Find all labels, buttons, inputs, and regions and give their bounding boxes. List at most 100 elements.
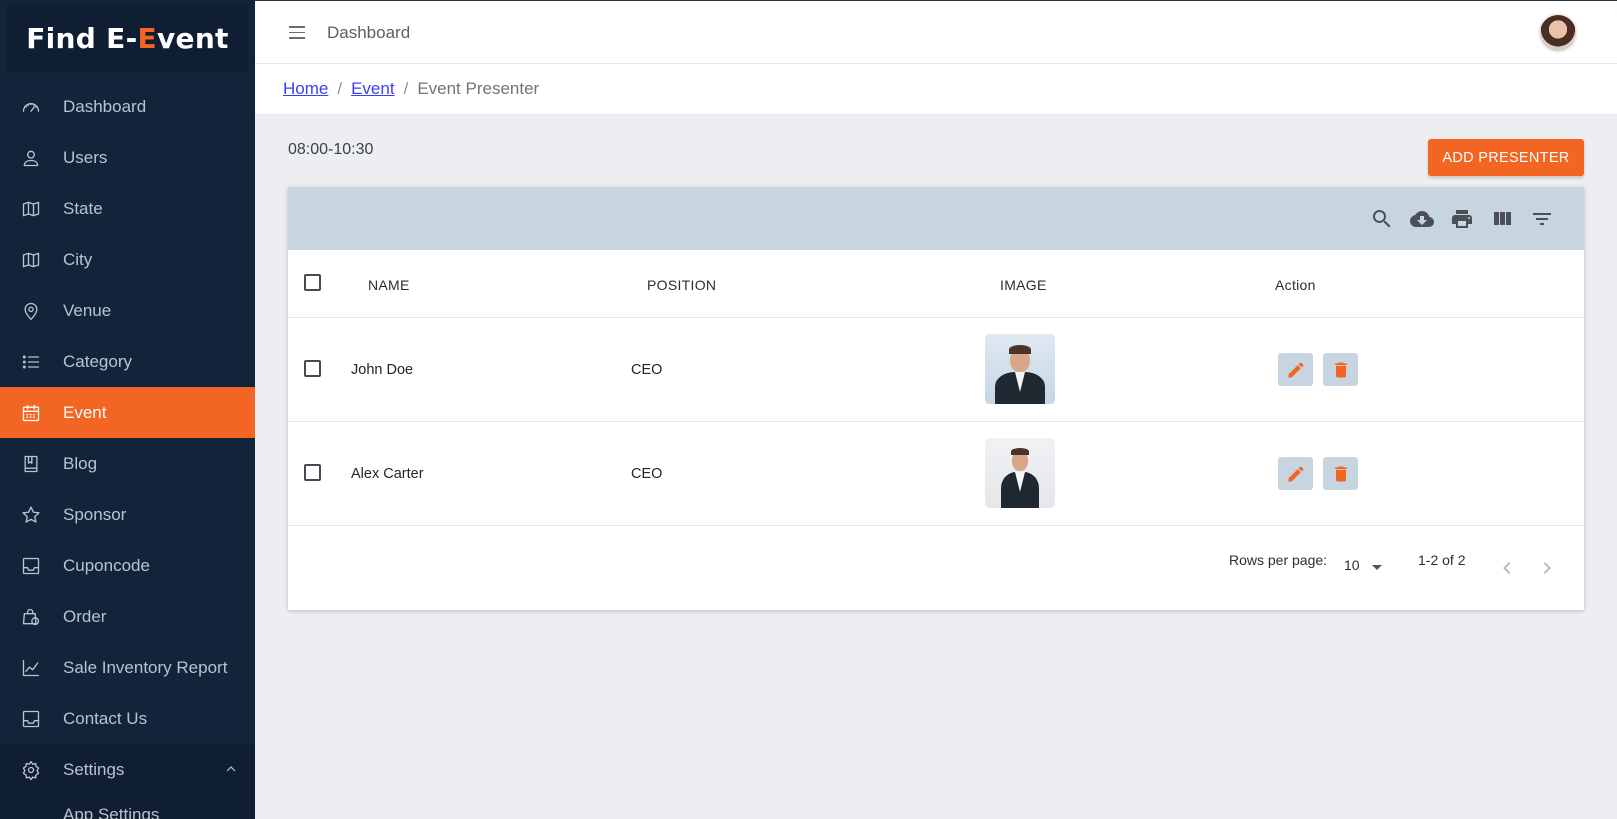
pagination-range: 1-2 of 2 — [1418, 552, 1466, 568]
add-presenter-button[interactable]: ADD PRESENTER — [1428, 139, 1584, 176]
sidebar-item-label: Contact Us — [63, 708, 148, 728]
top-bar: Dashboard — [255, 0, 1617, 64]
delete-button[interactable] — [1323, 457, 1358, 490]
table-toolbar — [288, 187, 1584, 250]
sidebar-item-label: Order — [63, 606, 107, 626]
logo-text-accent: E — [137, 21, 157, 55]
search-icon[interactable] — [1370, 207, 1394, 231]
logo-text-part1: Find E- — [26, 21, 138, 55]
gear-icon — [21, 760, 41, 780]
pencil-icon — [1288, 361, 1304, 377]
sidebar-item-label: Event — [63, 402, 107, 422]
divider — [288, 421, 1584, 422]
cloud-download-icon[interactable] — [1410, 207, 1434, 231]
avatar[interactable] — [1538, 13, 1578, 53]
pencil-icon — [1288, 465, 1304, 481]
shopping-bag-icon — [21, 607, 41, 627]
chevron-up-icon — [223, 761, 239, 777]
sidebar-item-label: State — [63, 198, 103, 218]
breadcrumb-current: Event Presenter — [417, 79, 540, 98]
presenter-photo — [985, 334, 1055, 404]
delete-button[interactable] — [1323, 353, 1358, 386]
sidebar-item-label: Users — [63, 147, 108, 167]
presenter-photo — [985, 438, 1055, 508]
app-logo[interactable]: Find E- Event — [7, 3, 248, 73]
inbox-icon — [21, 709, 41, 729]
sidebar-item-blog[interactable]: Blog — [0, 438, 255, 489]
row-checkbox[interactable] — [304, 464, 321, 481]
breadcrumb-event-link[interactable]: Event — [351, 79, 394, 99]
breadcrumb-home-link[interactable]: Home — [283, 79, 328, 99]
menu-icon[interactable] — [289, 26, 305, 40]
map-icon — [21, 250, 41, 270]
sidebar-nav: Dashboard Users State City Venue Categor… — [0, 81, 255, 819]
presenter-position: CEO — [631, 466, 663, 482]
column-header-name[interactable]: NAME — [368, 277, 410, 293]
sidebar-item-label: Sponsor — [63, 504, 127, 524]
sidebar-item-cuponcode[interactable]: Cuponcode — [0, 540, 255, 591]
star-icon — [21, 505, 41, 525]
sidebar-item-label: Blog — [63, 453, 98, 473]
sidebar-item-label: Settings — [63, 759, 125, 779]
print-icon[interactable] — [1450, 207, 1474, 231]
sidebar-item-label: Sale Inventory Report — [63, 657, 228, 677]
sidebar-item-city[interactable]: City — [0, 234, 255, 285]
presenter-table: NAME POSITION IMAGE Action John Doe CEO … — [288, 187, 1584, 610]
sidebar-item-order[interactable]: Order — [0, 591, 255, 642]
next-page-button[interactable] — [1535, 556, 1559, 580]
sidebar-item-sponsor[interactable]: Sponsor — [0, 489, 255, 540]
sidebar-item-event[interactable]: Event — [0, 387, 255, 438]
list-icon — [21, 352, 41, 372]
previous-page-button[interactable] — [1495, 556, 1519, 580]
sidebar-item-venue[interactable]: Venue — [0, 285, 255, 336]
sidebar-subitem-app-settings[interactable]: App Settings — [0, 795, 255, 819]
presenter-position: CEO — [631, 362, 663, 378]
column-header-image[interactable]: IMAGE — [1000, 277, 1047, 293]
breadcrumb: Home / Event / Event Presenter — [255, 64, 1617, 115]
rows-per-page-value: 10 — [1344, 557, 1360, 573]
chevron-right-icon — [1543, 562, 1551, 574]
presenter-name: John Doe — [351, 362, 414, 378]
inbox-icon — [21, 556, 41, 576]
breadcrumb-separator: / — [403, 79, 409, 98]
sidebar-item-label: Category — [63, 351, 132, 371]
select-all-checkbox[interactable] — [304, 274, 321, 291]
column-header-action: Action — [1275, 277, 1316, 293]
time-range-label: 08:00-10:30 — [288, 141, 374, 158]
sidebar-item-category[interactable]: Category — [0, 336, 255, 387]
breadcrumb-separator: / — [337, 79, 343, 98]
sidebar-item-label: City — [63, 249, 93, 269]
row-checkbox[interactable] — [304, 360, 321, 377]
sidebar-item-contact-us[interactable]: Contact Us — [0, 693, 255, 744]
sidebar-item-state[interactable]: State — [0, 183, 255, 234]
edit-button[interactable] — [1278, 457, 1313, 490]
presenter-name: Alex Carter — [351, 466, 424, 482]
sidebar-item-dashboard[interactable]: Dashboard — [0, 81, 255, 132]
sidebar: Find E- Event Dashboard Users State City … — [0, 0, 255, 819]
caret-down-icon — [1372, 565, 1382, 570]
divider — [288, 317, 1584, 318]
view-column-icon[interactable] — [1490, 207, 1514, 231]
line-chart-icon — [21, 658, 41, 678]
trash-icon — [1334, 362, 1347, 377]
sidebar-item-users[interactable]: Users — [0, 132, 255, 183]
sidebar-item-settings[interactable]: Settings — [0, 744, 255, 795]
chevron-left-icon — [1503, 562, 1511, 574]
edit-button[interactable] — [1278, 353, 1313, 386]
column-header-position[interactable]: POSITION — [647, 277, 716, 293]
page-title: Dashboard — [327, 23, 411, 42]
rows-per-page-label: Rows per page: — [1229, 552, 1328, 568]
sidebar-item-label: Dashboard — [63, 96, 147, 116]
trash-icon — [1334, 466, 1347, 481]
gauge-icon — [21, 97, 41, 117]
sidebar-item-sale-inventory-report[interactable]: Sale Inventory Report — [0, 642, 255, 693]
filter-icon[interactable] — [1530, 207, 1554, 231]
book-icon — [21, 454, 41, 474]
sidebar-item-label: Cuponcode — [63, 555, 150, 575]
divider — [288, 525, 1584, 526]
logo-text-part2: vent — [156, 21, 229, 55]
user-icon — [21, 148, 41, 168]
location-pin-icon — [21, 301, 41, 321]
rows-per-page-select[interactable]: 10 — [1344, 557, 1386, 581]
calendar-icon — [21, 403, 41, 423]
